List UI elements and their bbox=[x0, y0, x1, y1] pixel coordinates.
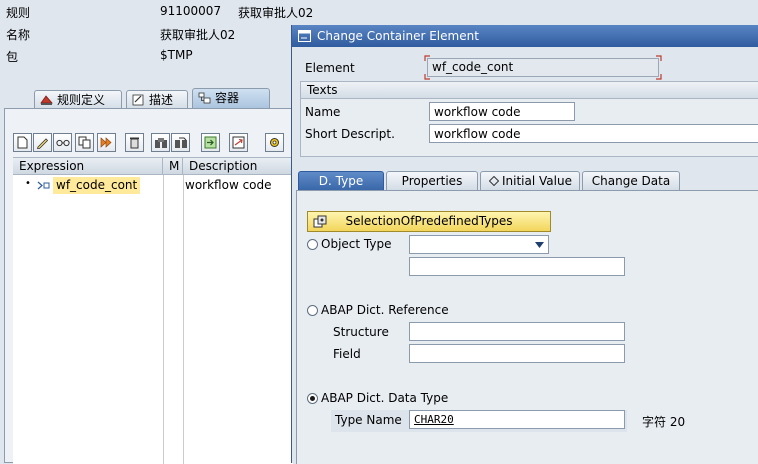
import-icon bbox=[204, 136, 217, 149]
object-type-label: Object Type bbox=[321, 237, 392, 251]
element-label: Element bbox=[305, 61, 355, 75]
display-button[interactable] bbox=[53, 133, 72, 152]
variable-icon bbox=[37, 181, 50, 190]
tab-change-data[interactable]: Change Data bbox=[582, 171, 680, 190]
tree-row-description: workflow code bbox=[185, 178, 272, 192]
search-next-icon bbox=[174, 137, 187, 148]
object-type-radio[interactable] bbox=[307, 239, 318, 250]
tab-container-label: 容器 bbox=[215, 91, 240, 105]
types-icon bbox=[313, 215, 327, 228]
package-label: 包 bbox=[6, 50, 19, 64]
rule-value: 91100007 bbox=[160, 4, 222, 18]
dialog-window-icon bbox=[298, 30, 311, 42]
tab-description[interactable]: 描述 bbox=[126, 90, 188, 109]
tree-row[interactable]: • wf_code_cont workflow code bbox=[13, 177, 293, 195]
short-descript-input[interactable] bbox=[429, 124, 758, 143]
export-icon bbox=[232, 136, 245, 149]
d-type-tab-content: SelectionOfPredefinedTypes Object Type A… bbox=[296, 190, 758, 464]
tab-container[interactable]: 容器 bbox=[192, 88, 270, 109]
tree-header: Expression M Description bbox=[13, 157, 293, 175]
field-input[interactable] bbox=[409, 344, 625, 363]
chevron-down-icon bbox=[535, 242, 544, 248]
type-description: 字符 20 bbox=[642, 415, 686, 429]
tree-row-expression: wf_code_cont bbox=[53, 177, 141, 194]
object-type-select[interactable] bbox=[409, 235, 549, 254]
column-m[interactable]: M bbox=[163, 158, 183, 174]
name-input[interactable] bbox=[429, 102, 575, 121]
edit-button[interactable] bbox=[33, 133, 52, 152]
rule-definition-icon bbox=[40, 95, 53, 105]
bullet-icon: • bbox=[25, 178, 31, 189]
tab-initial-value-label: Initial Value bbox=[502, 174, 572, 188]
tab-properties[interactable]: Properties bbox=[386, 171, 478, 190]
diamond-icon bbox=[489, 176, 499, 186]
create-icon bbox=[17, 136, 28, 149]
tab-rule-definition[interactable]: 规则定义 bbox=[34, 90, 122, 109]
tab-d-type[interactable]: D. Type bbox=[298, 171, 384, 190]
abap-dict-reference-label: ABAP Dict. Reference bbox=[321, 303, 449, 317]
search-icon bbox=[154, 137, 167, 148]
column-description[interactable]: Description bbox=[183, 158, 293, 174]
change-container-element-dialog: Change Container Element Element wf_code… bbox=[291, 25, 758, 464]
tab-rule-definition-label: 规则定义 bbox=[57, 93, 106, 107]
glasses-icon bbox=[55, 139, 70, 147]
object-type-extra-input[interactable] bbox=[409, 257, 625, 276]
name-field-label: Name bbox=[305, 105, 341, 119]
short-descript-label: Short Descript. bbox=[305, 127, 395, 141]
name-label: 名称 bbox=[6, 28, 31, 42]
texts-group-title: Texts bbox=[300, 81, 758, 99]
delete-button[interactable] bbox=[125, 133, 144, 152]
export-button[interactable] bbox=[229, 133, 248, 152]
structure-label: Structure bbox=[333, 325, 389, 339]
tab-description-label: 描述 bbox=[149, 93, 174, 107]
selection-predefined-types-label: SelectionOfPredefinedTypes bbox=[345, 214, 513, 228]
where-used-button[interactable] bbox=[97, 133, 116, 152]
field-label: Field bbox=[333, 347, 361, 361]
find-button[interactable] bbox=[151, 133, 170, 152]
required-marker-icon bbox=[424, 55, 662, 80]
name-value: 获取审批人02 bbox=[160, 28, 236, 42]
container-panel: Expression M Description • wf_code_cont … bbox=[4, 108, 293, 464]
find-next-button[interactable] bbox=[171, 133, 190, 152]
description-icon bbox=[132, 94, 144, 106]
copy-button[interactable] bbox=[75, 133, 94, 152]
column-expression[interactable]: Expression bbox=[13, 158, 163, 174]
rule-label: 规则 bbox=[6, 6, 31, 20]
create-button[interactable] bbox=[13, 133, 32, 152]
selection-predefined-types-button[interactable]: SelectionOfPredefinedTypes bbox=[307, 211, 551, 232]
abap-dict-reference-radio[interactable] bbox=[307, 305, 318, 316]
delete-icon bbox=[130, 137, 139, 149]
type-name-input[interactable]: CHAR20 bbox=[409, 410, 625, 429]
where-used-icon bbox=[100, 137, 112, 148]
tree-body: • wf_code_cont workflow code bbox=[13, 175, 293, 464]
package-value: $TMP bbox=[160, 48, 193, 62]
settings-icon bbox=[270, 138, 279, 147]
copy-icon bbox=[78, 136, 91, 149]
rule-extra: 获取审批人02 bbox=[238, 6, 314, 20]
dialog-title: Change Container Element bbox=[317, 29, 479, 43]
settings-button[interactable] bbox=[265, 133, 284, 152]
dialog-titlebar[interactable]: Change Container Element bbox=[292, 25, 758, 47]
abap-dict-data-type-label: ABAP Dict. Data Type bbox=[321, 391, 449, 405]
edit-icon bbox=[36, 138, 49, 149]
import-button[interactable] bbox=[201, 133, 220, 152]
abap-dict-data-type-radio[interactable] bbox=[307, 393, 318, 404]
container-icon bbox=[198, 92, 211, 104]
type-name-label: Type Name bbox=[335, 413, 402, 427]
structure-input[interactable] bbox=[409, 322, 625, 341]
tab-initial-value[interactable]: Initial Value bbox=[480, 171, 580, 190]
